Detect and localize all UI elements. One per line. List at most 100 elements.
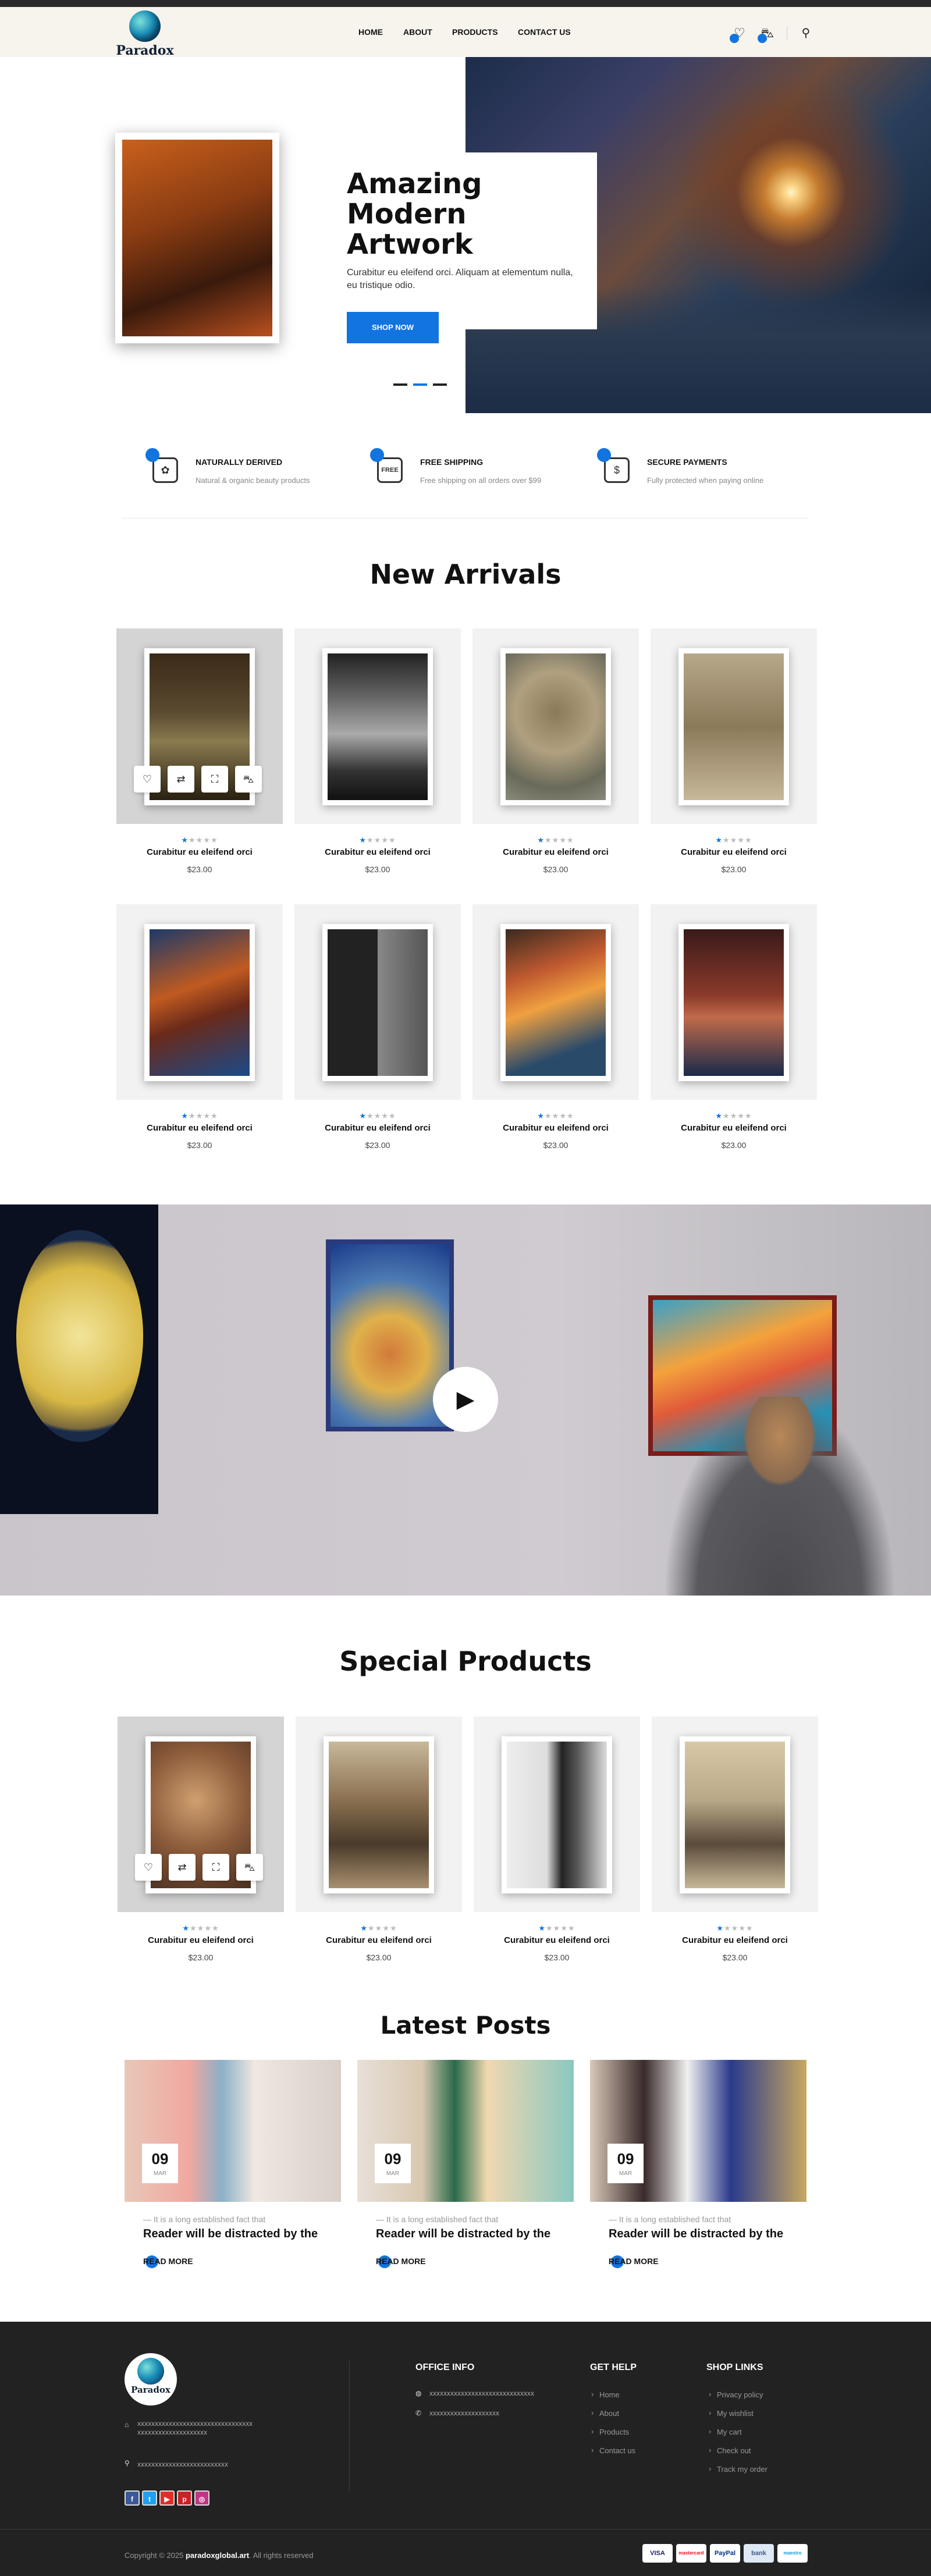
help-link[interactable]: Contact us [599, 2446, 635, 2455]
cart-icon[interactable]: ⛍ [758, 26, 775, 43]
video-person [663, 1397, 896, 1596]
star-icon: ★ [731, 1924, 739, 1932]
chevron-right-icon: › [591, 2390, 594, 2399]
facebook-icon[interactable]: f [125, 2490, 140, 2506]
search-icon[interactable]: ⚲ [798, 26, 813, 41]
product-name[interactable]: Curabitur eu eleifend orci [294, 1123, 461, 1133]
hero-artwork-frame [115, 133, 279, 343]
rating-stars: ★★★★★ [116, 1111, 283, 1121]
product-name[interactable]: Curabitur eu eleifend orci [474, 1935, 640, 1945]
product-name[interactable]: Curabitur eu eleifend orci [651, 1123, 817, 1133]
rating-stars: ★★★★★ [652, 1924, 818, 1933]
instagram-icon[interactable]: ◎ [194, 2490, 209, 2506]
play-icon[interactable]: ▶ [433, 1367, 498, 1432]
cart-icon[interactable]: ⛍ [235, 766, 262, 793]
nav-products[interactable]: PRODUCTS [452, 27, 498, 37]
post-title[interactable]: Reader will be distracted by the [609, 2227, 783, 2241]
star-icon: ★ [559, 1111, 567, 1120]
product-name[interactable]: Curabitur eu eleifend orci [118, 1935, 284, 1945]
product-frame[interactable] [144, 924, 255, 1081]
rating-stars: ★★★★★ [474, 1924, 640, 1933]
secure-hand-icon: $ [597, 448, 634, 485]
quickview-icon[interactable]: ⛶ [201, 766, 228, 793]
chevron-right-icon: › [709, 2427, 712, 2436]
read-more-link[interactable]: READ MORE [143, 2257, 193, 2266]
feature-secure-payments: $ SECURE PAYMENTS Fully protected when p… [597, 448, 795, 489]
star-icon: ★ [730, 1111, 738, 1120]
heart-icon[interactable]: ♡ [134, 766, 161, 793]
shop-link[interactable]: Privacy policy [717, 2390, 763, 2399]
product-image [150, 929, 250, 1076]
compare-icon[interactable]: ⇄ [168, 766, 194, 793]
product-name[interactable]: Curabitur eu eleifend orci [294, 847, 461, 857]
shop-link[interactable]: My cart [717, 2428, 742, 2436]
product-name[interactable]: Curabitur eu eleifend orci [652, 1935, 818, 1945]
youtube-icon[interactable]: ▶ [159, 2490, 175, 2506]
location-icon: ⚲ [125, 2459, 130, 2467]
post-day: 09 [384, 2150, 401, 2168]
pinterest-icon[interactable]: p [177, 2490, 192, 2506]
star-icon: ★ [744, 836, 752, 844]
product-price: $23.00 [365, 1140, 390, 1150]
compare-icon[interactable]: ⇄ [169, 1854, 196, 1881]
heart-icon[interactable]: ♡ [135, 1854, 162, 1881]
wishlist-icon[interactable]: ♡ [730, 26, 747, 43]
product-frame[interactable] [322, 924, 433, 1081]
copyright-site-link[interactable]: paradoxglobal.art [186, 2551, 249, 2560]
nav-contact[interactable]: CONTACT US [518, 27, 571, 37]
read-more-link[interactable]: READ MORE [609, 2257, 659, 2266]
feature-subtitle: Free shipping on all orders over $99 [420, 476, 542, 485]
nav-about[interactable]: ABOUT [403, 27, 432, 37]
product-frame[interactable] [322, 648, 433, 805]
quickview-icon[interactable]: ⛶ [202, 1854, 229, 1881]
product-name[interactable]: Curabitur eu eleifend orci [472, 1123, 639, 1133]
slider-dot-1[interactable] [393, 383, 407, 386]
shop-link[interactable]: Check out [717, 2446, 751, 2455]
shop-now-button[interactable]: SHOP NOW [347, 312, 439, 343]
video-moon-painting [16, 1230, 143, 1442]
product-name[interactable]: Curabitur eu eleifend orci [472, 847, 639, 857]
product-price: $23.00 [543, 1140, 568, 1150]
post-excerpt: — It is a long established fact that [609, 2215, 731, 2224]
globe-logo-icon [129, 10, 161, 42]
read-more-link[interactable]: READ MORE [376, 2257, 426, 2266]
slider-dot-2[interactable] [413, 383, 427, 386]
product-name[interactable]: Curabitur eu eleifend orci [296, 1935, 462, 1945]
star-icon: ★ [715, 1111, 723, 1120]
product-price: $23.00 [543, 865, 568, 874]
product-frame[interactable] [502, 1736, 612, 1893]
slider-dot-3[interactable] [433, 383, 447, 386]
cart-icon[interactable]: ⛍ [236, 1854, 263, 1881]
product-frame[interactable] [678, 648, 789, 805]
shop-link[interactable]: My wishlist [717, 2409, 754, 2418]
rating-stars: ★★★★★ [294, 1111, 461, 1121]
help-link[interactable]: Home [599, 2390, 620, 2399]
product-name[interactable]: Curabitur eu eleifend orci [116, 847, 283, 857]
product-frame[interactable] [678, 924, 789, 1081]
phone-icon: ✆ [415, 2409, 422, 2417]
star-icon: ★ [730, 836, 738, 844]
post-title[interactable]: Reader will be distracted by the [143, 2227, 318, 2241]
twitter-icon[interactable]: t [142, 2490, 157, 2506]
rating-stars: ★★★★★ [294, 836, 461, 845]
post-title[interactable]: Reader will be distracted by the [376, 2227, 550, 2241]
product-frame[interactable] [680, 1736, 790, 1893]
star-icon: ★ [203, 1111, 211, 1120]
footer-logo[interactable]: Paradox [125, 2353, 177, 2406]
nav-home[interactable]: HOME [358, 27, 383, 37]
product-image [506, 929, 606, 1076]
shop-link[interactable]: Track my order [717, 2465, 767, 2474]
product-name[interactable]: Curabitur eu eleifend orci [116, 1123, 283, 1133]
rating-stars: ★★★★★ [472, 836, 639, 845]
product-frame[interactable] [500, 648, 611, 805]
product-image [328, 929, 428, 1076]
product-name[interactable]: Curabitur eu eleifend orci [651, 847, 817, 857]
star-icon: ★ [538, 1924, 546, 1932]
logo[interactable]: Paradox [114, 10, 176, 58]
star-icon: ★ [545, 836, 552, 844]
product-frame[interactable] [324, 1736, 434, 1893]
product-frame[interactable] [500, 924, 611, 1081]
star-icon: ★ [567, 1924, 575, 1932]
help-link[interactable]: About [599, 2409, 619, 2418]
help-link[interactable]: Products [599, 2428, 629, 2436]
